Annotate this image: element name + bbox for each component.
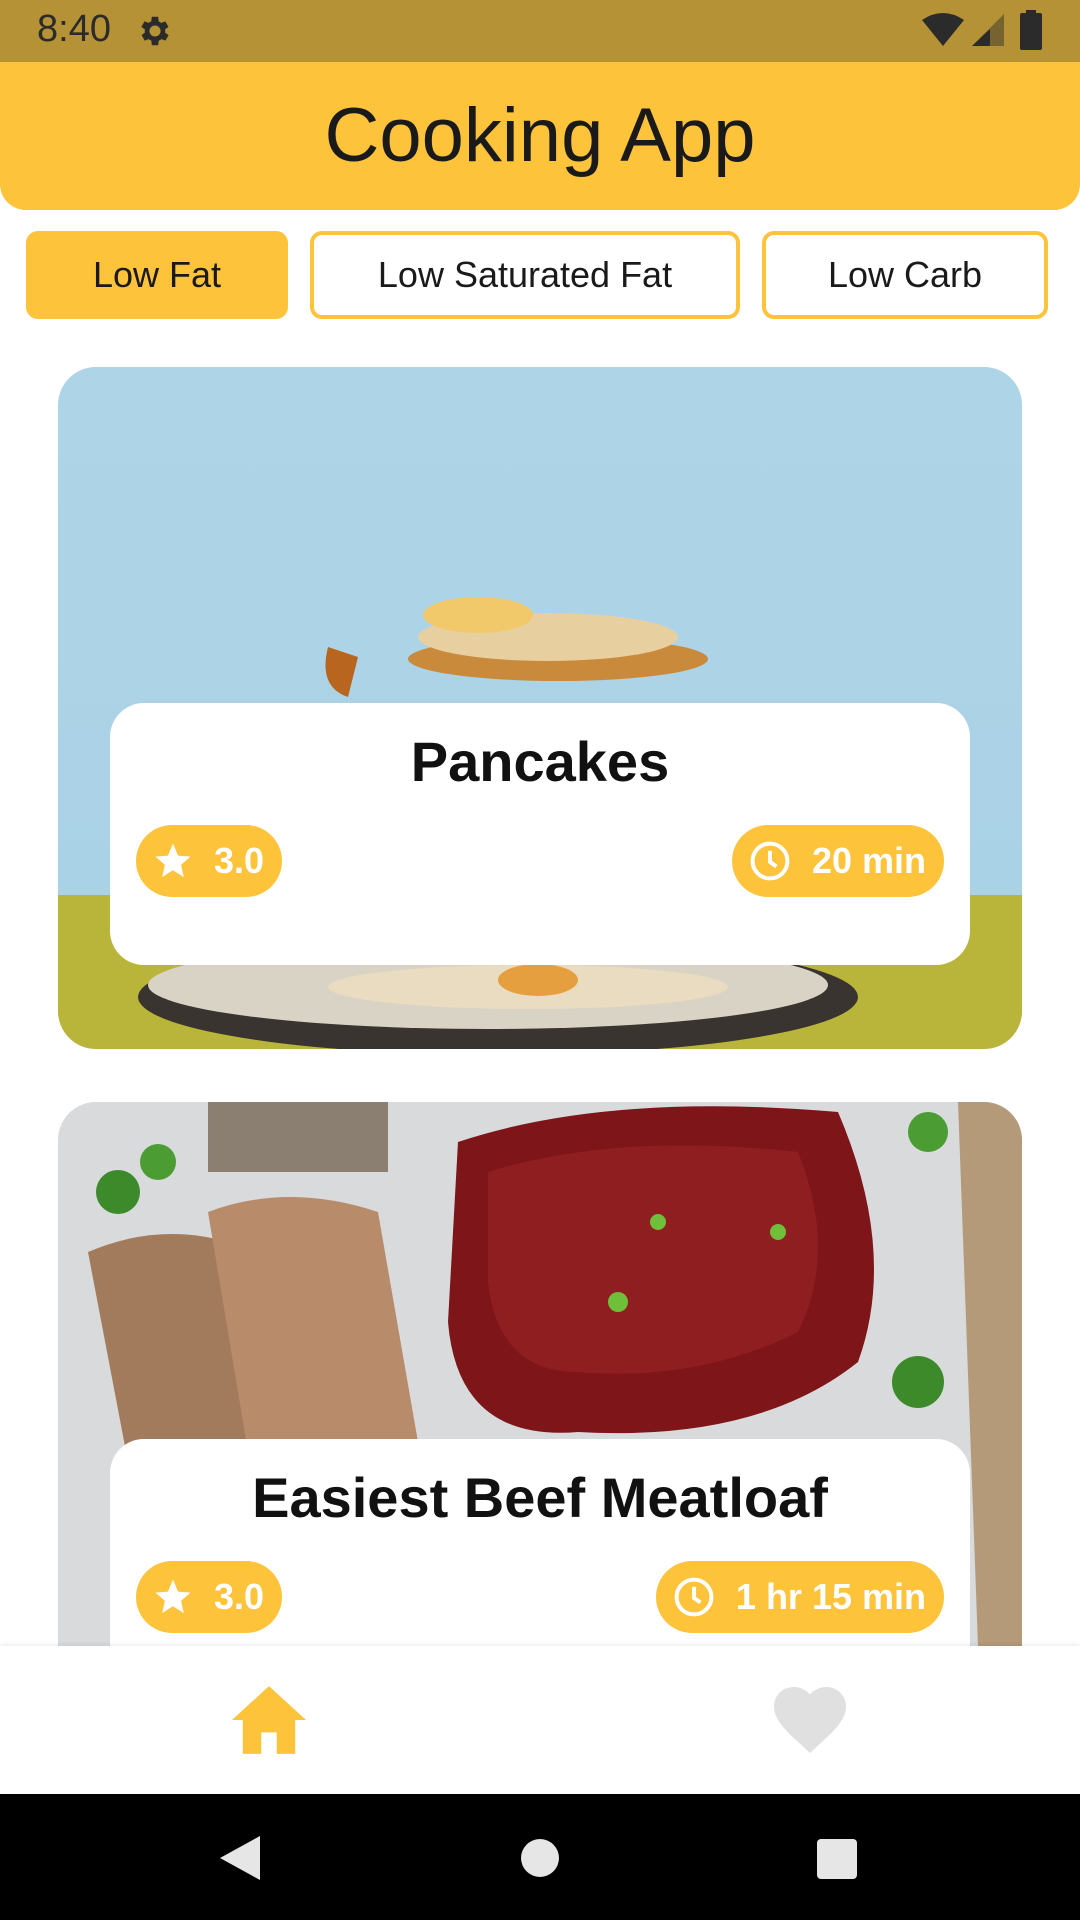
recipe-info-panel: Easiest Beef Meatloaf 3.0 1 hr 15 min xyxy=(110,1439,970,1646)
filter-chip-low-carb[interactable]: Low Carb xyxy=(762,231,1048,319)
status-time: 8:40 xyxy=(37,8,111,50)
recipe-title: Easiest Beef Meatloaf xyxy=(252,1466,828,1529)
bottom-navigation xyxy=(0,1646,1080,1794)
clock-icon xyxy=(674,1577,714,1617)
system-navigation-bar xyxy=(0,1794,1080,1920)
rating-badge: 3.0 xyxy=(136,1561,282,1633)
home-circle-icon[interactable] xyxy=(520,1838,560,1878)
app-title: Cooking App xyxy=(324,93,756,178)
time-badge: 1 hr 15 min xyxy=(655,1561,944,1633)
recipe-card[interactable]: Pancakes 3.0 20 min xyxy=(58,367,1022,1049)
status-bar: 8:40 xyxy=(0,0,1080,62)
wifi-icon xyxy=(922,13,964,46)
battery-icon xyxy=(1020,10,1042,50)
rating-badge: 3.0 xyxy=(136,825,282,897)
gear-icon xyxy=(141,16,169,46)
filter-chip-low-saturated-fat[interactable]: Low Saturated Fat xyxy=(310,231,740,319)
recents-icon[interactable] xyxy=(816,1838,858,1880)
recipe-title: Pancakes xyxy=(410,730,670,793)
cook-time: 1 hr 15 min xyxy=(735,1576,926,1617)
cook-time: 20 min xyxy=(811,840,926,881)
filter-chip-low-fat[interactable]: Low Fat xyxy=(26,231,288,319)
app-header: Cooking App xyxy=(0,62,1080,210)
rating-value: 3.0 xyxy=(213,1576,264,1617)
back-icon[interactable] xyxy=(216,1834,262,1882)
signal-icon xyxy=(972,14,1004,46)
home-icon[interactable] xyxy=(232,1686,306,1754)
recipe-card[interactable]: Easiest Beef Meatloaf 3.0 1 hr 15 min xyxy=(58,1102,1022,1646)
recipe-info-panel: Pancakes 3.0 20 min xyxy=(110,703,970,965)
time-badge: 20 min xyxy=(731,825,944,897)
star-icon xyxy=(155,1579,191,1614)
heart-icon[interactable] xyxy=(774,1686,846,1754)
clock-icon xyxy=(750,841,790,881)
star-icon xyxy=(155,843,191,878)
rating-value: 3.0 xyxy=(213,840,264,881)
